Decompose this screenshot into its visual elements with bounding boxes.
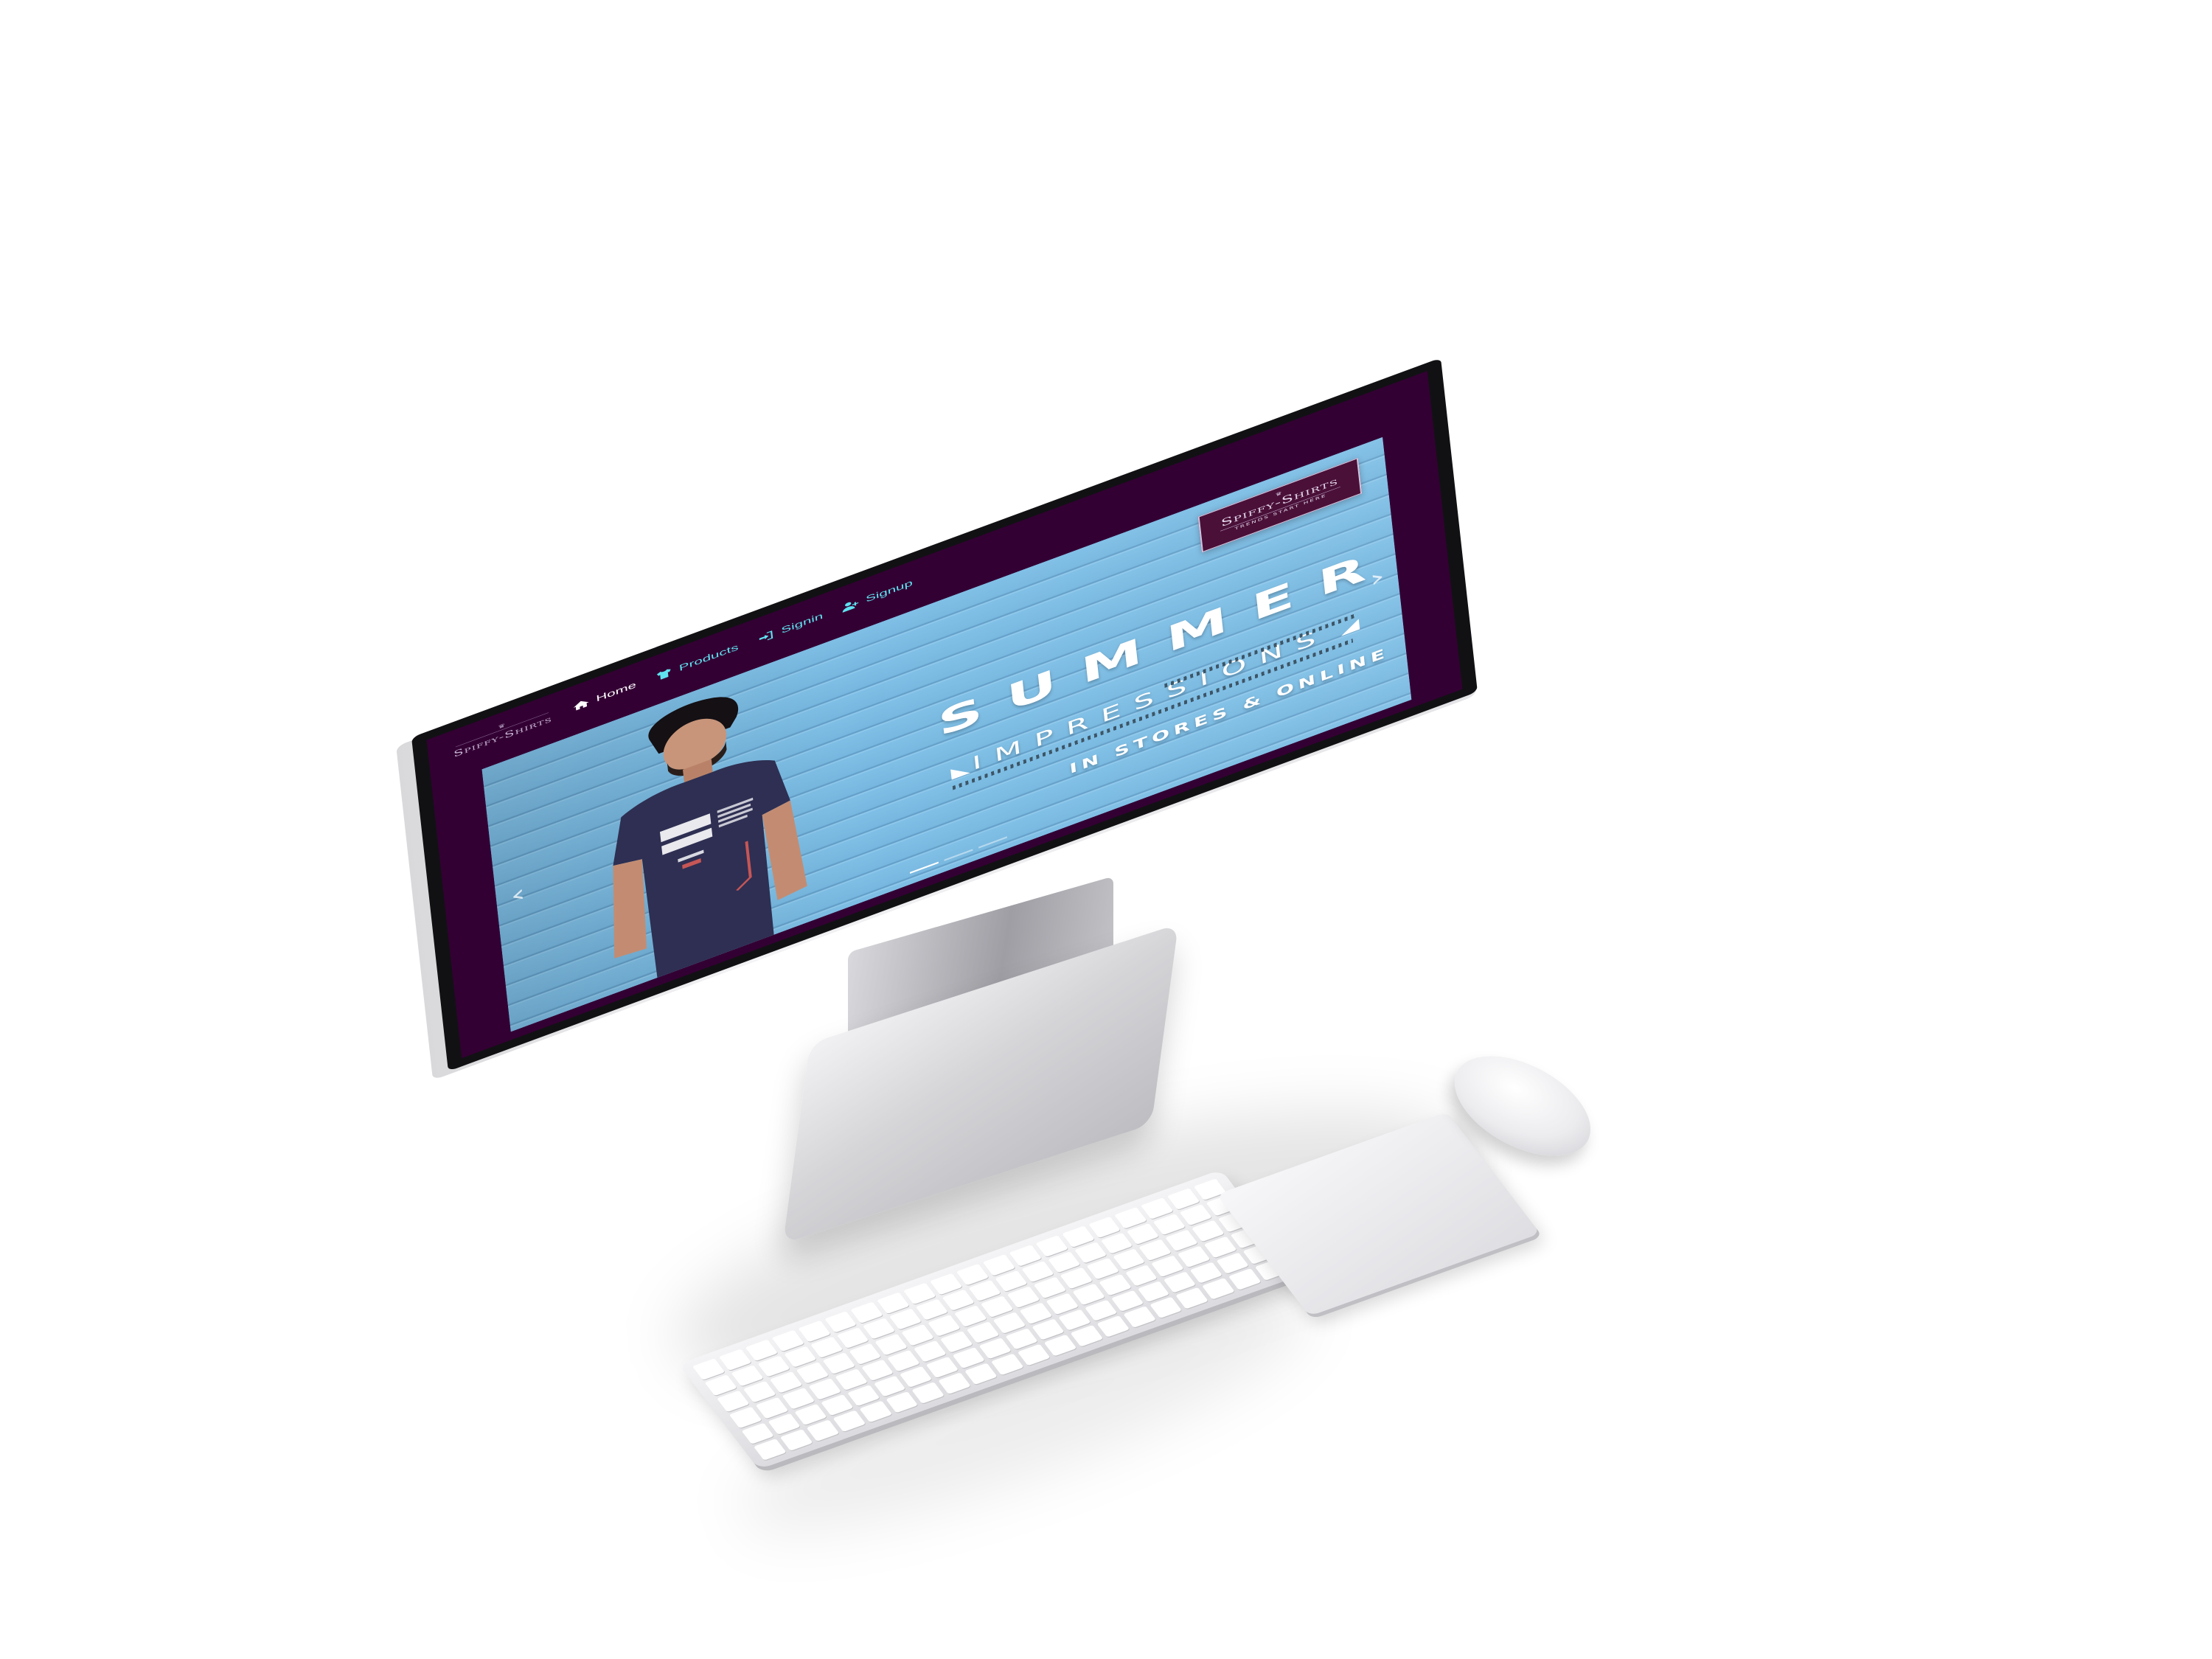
keyboard-key: [1017, 1343, 1051, 1366]
nav-home-link[interactable]: Home: [571, 680, 637, 714]
keyboard-key: [779, 1429, 813, 1451]
keyboard-key: [911, 1382, 945, 1404]
keyboard-key: [1096, 1315, 1130, 1338]
keyboard-key: [1043, 1335, 1077, 1357]
keyboard-key: [1175, 1287, 1209, 1310]
keyboard-key: [754, 1439, 787, 1461]
nav-signin-label: Signin: [780, 611, 824, 636]
nav-signin-link[interactable]: Signin: [757, 611, 824, 645]
keyboard-key: [1228, 1268, 1262, 1290]
user-plus-icon: [842, 602, 859, 613]
keyboard-key: [1123, 1306, 1156, 1328]
desktop-mockup-scene: ♛ Spiffy-Shirts Home Products Signin Sig…: [0, 0, 2212, 1659]
keyboard-key: [964, 1363, 998, 1385]
tshirt-icon: [656, 669, 671, 680]
nav-products-label: Products: [678, 641, 740, 674]
keyboard-key: [806, 1419, 840, 1442]
keyboard-key: [885, 1391, 919, 1413]
logo-rule: [455, 712, 549, 748]
chevron-left-icon: ‹: [509, 879, 527, 910]
keyboard-key: [1070, 1325, 1103, 1347]
keyboard-key: [938, 1372, 971, 1394]
chevron-right-icon: ›: [1368, 562, 1387, 594]
keyboard-key: [991, 1353, 1024, 1376]
nav-signup-link[interactable]: Signup: [841, 577, 914, 614]
keyboard-key: [832, 1410, 866, 1433]
nav-home-label: Home: [595, 680, 637, 704]
nav-products-link[interactable]: Products: [654, 641, 739, 683]
keyboard-key: [1202, 1278, 1235, 1300]
nav-signup-label: Signup: [865, 577, 914, 605]
keyboard-key: [1149, 1296, 1183, 1319]
sign-in-icon: [759, 630, 773, 641]
keyboard-key: [859, 1400, 892, 1423]
hero-model-image: [613, 697, 807, 982]
home-icon: [573, 700, 589, 711]
